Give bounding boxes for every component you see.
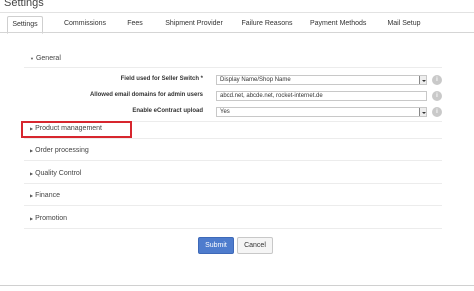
section-order-processing[interactable]: ▶ Order processing — [30, 147, 89, 154]
econtract-upload-label: Enable eContract upload — [132, 108, 203, 114]
section-order-processing-label: Order processing — [35, 147, 89, 154]
tab-bar: Settings Commissions Fees Shipment Provi… — [4, 16, 470, 34]
chevron-down-icon[interactable] — [419, 108, 426, 116]
section-divider — [24, 67, 442, 68]
section-finance[interactable]: ▶ Finance — [30, 192, 60, 199]
caret-right-icon: ▶ — [30, 170, 34, 176]
tab-failure-reasons[interactable]: Failure Reasons — [240, 16, 294, 33]
section-general[interactable]: ▼ General — [30, 55, 61, 62]
section-divider — [24, 138, 442, 139]
caret-down-icon: ▼ — [30, 55, 34, 61]
title-divider — [0, 12, 474, 13]
econtract-upload-select[interactable]: Yes — [216, 107, 427, 117]
section-finance-label: Finance — [35, 192, 60, 199]
tab-shipment-provider[interactable]: Shipment Provider — [164, 16, 224, 33]
cancel-button[interactable]: Cancel — [237, 237, 273, 254]
section-quality-control[interactable]: ▶ Quality Control — [30, 170, 81, 177]
info-icon[interactable]: i — [432, 107, 442, 117]
section-promotion-label: Promotion — [35, 215, 67, 222]
info-icon[interactable]: i — [432, 75, 442, 85]
tab-fees[interactable]: Fees — [125, 16, 145, 33]
section-quality-control-label: Quality Control — [35, 170, 82, 177]
seller-switch-label: Field used for Seller Switch * — [120, 76, 203, 82]
caret-right-icon: ▶ — [30, 192, 34, 198]
caret-right-icon: ▶ — [30, 215, 34, 221]
footer-divider — [0, 285, 474, 286]
seller-switch-select[interactable]: Display Name/Shop Name — [216, 75, 427, 85]
email-domains-input[interactable]: abcd.net, abcde.net, rocket-internet.de — [216, 91, 427, 101]
chevron-down-icon[interactable] — [419, 76, 426, 84]
submit-button[interactable]: Submit — [198, 237, 234, 254]
tab-mail-setup[interactable]: Mail Setup — [384, 16, 424, 33]
section-divider — [24, 205, 442, 206]
section-promotion[interactable]: ▶ Promotion — [30, 215, 67, 222]
seller-switch-value: Display Name/Shop Name — [220, 77, 291, 83]
section-general-label: General — [35, 55, 61, 62]
info-icon[interactable]: i — [432, 91, 442, 101]
tab-payment-methods[interactable]: Payment Methods — [310, 16, 366, 33]
section-divider — [24, 160, 442, 161]
highlight-box — [21, 121, 132, 138]
caret-right-icon: ▶ — [30, 147, 34, 153]
email-domains-label: Allowed email domains for admin users — [89, 92, 203, 98]
page-title: Settings — [4, 0, 44, 9]
section-divider — [24, 228, 442, 229]
email-domains-value: abcd.net, abcde.net, rocket-internet.de — [220, 93, 323, 99]
econtract-upload-value: Yes — [220, 109, 230, 115]
tab-commissions[interactable]: Commissions — [62, 16, 108, 33]
section-divider — [24, 183, 442, 184]
